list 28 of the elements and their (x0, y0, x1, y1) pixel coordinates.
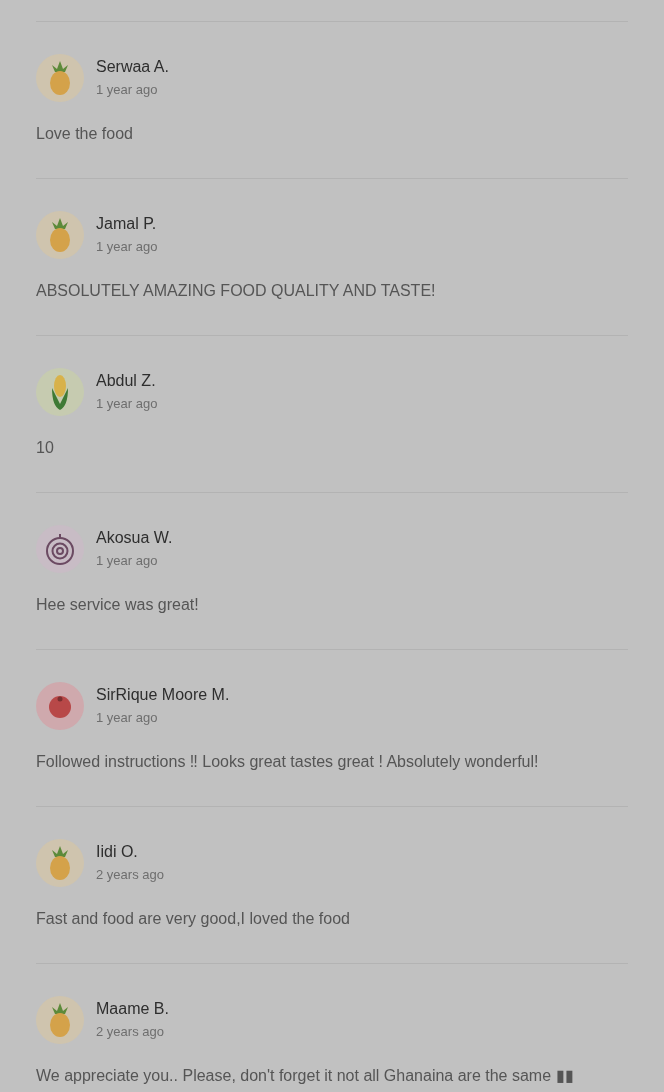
review-text: We appreciate you.. Please, don't forget it not all Ghanaina are the same ▮▮ (36, 1066, 575, 1086)
pineapple-icon (49, 1003, 71, 1037)
reviewer-name: Abdul Z. (96, 371, 157, 391)
review-text: Hee service was great! (36, 595, 200, 615)
reviewer-name: Jamal P. (96, 214, 158, 234)
review-time: 2 years ago (96, 866, 164, 884)
tomato-icon (47, 694, 73, 718)
review-text: Followed instructions ‼ Looks great tastes great ! Absolutely wonderful! (36, 752, 540, 772)
review-time: 1 year ago (96, 238, 158, 256)
reviewer-name: SirRique Moore M. (96, 685, 230, 705)
review-text: Fast and food are very good,I loved the food (36, 909, 351, 929)
spiral-circle-icon (45, 533, 75, 565)
review-time: 1 year ago (96, 552, 159, 570)
review-time: 2 years ago (96, 1023, 165, 1041)
reviewer-name: Akosua W. (96, 528, 173, 548)
reviewer-name: Iidi O. (96, 842, 139, 862)
review-text: 10 (36, 438, 55, 458)
pineapple-icon (49, 61, 71, 95)
pineapple-icon (49, 218, 71, 252)
corn-icon (50, 374, 70, 410)
review-time: 1 year ago (96, 709, 159, 727)
review-time: 1 year ago (96, 81, 159, 99)
review-text: ABSOLUTELY AMAZING FOOD QUALITY AND TASTE! (36, 281, 437, 301)
reviewer-name: Maame B. (96, 999, 169, 1019)
review-text: Love the food (36, 124, 134, 144)
pineapple-icon (49, 846, 71, 880)
review-time: 1 year ago (96, 395, 158, 413)
reviewer-name: Serwaa A. (96, 57, 169, 77)
